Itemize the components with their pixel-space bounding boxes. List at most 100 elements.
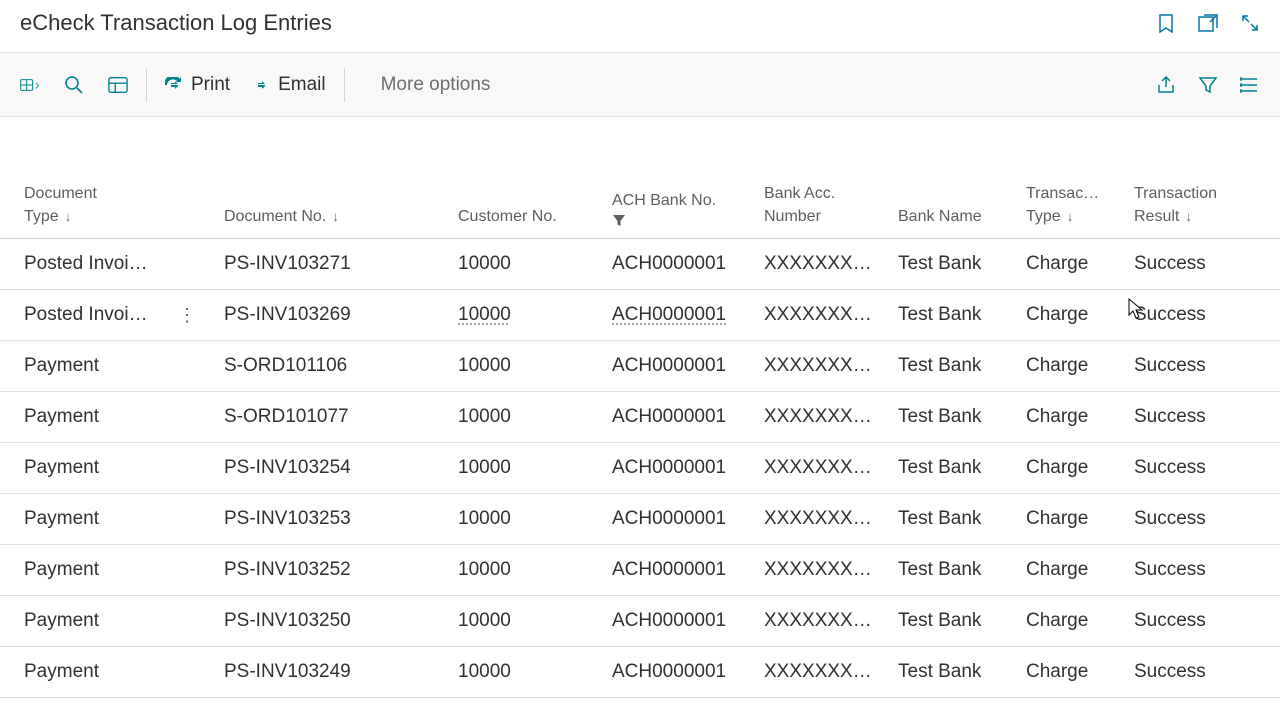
col-header-text: Type <box>24 206 59 228</box>
cell-bank-name: Test Bank <box>874 304 1002 326</box>
cell-document-no[interactable]: PS-INV103254 <box>200 457 434 479</box>
more-options-button[interactable]: More options <box>381 74 491 96</box>
expand-icon[interactable] <box>1240 13 1260 33</box>
list-layout-icon[interactable] <box>108 75 128 95</box>
cell-document-type: Payment <box>0 559 200 581</box>
cell-document-type: Payment <box>0 508 200 530</box>
cell-transaction-type: Charge <box>1002 559 1110 581</box>
cell-ach-bank-no[interactable]: ACH0000001 <box>588 559 740 581</box>
action-arrow-icon <box>165 77 183 93</box>
filter-icon[interactable] <box>1198 75 1218 95</box>
cell-bank-name: Test Bank <box>874 559 1002 581</box>
cell-customer-no[interactable]: 10000 <box>434 661 588 683</box>
page-title: eCheck Transaction Log Entries <box>20 10 332 36</box>
sort-desc-icon: ↓ <box>65 208 72 226</box>
cell-document-no[interactable]: PS-INV103271 <box>200 253 434 275</box>
cell-customer-no[interactable]: 10000 <box>434 457 588 479</box>
cell-customer-no[interactable]: 10000 <box>434 508 588 530</box>
detail-pane-icon[interactable] <box>1240 75 1260 95</box>
table-row[interactable]: PaymentPS-INV10325310000ACH0000001XXXXXX… <box>0 494 1280 545</box>
col-header-text: Transaction <box>1134 183 1280 205</box>
table-row[interactable]: PaymentPS-INV10325010000ACH0000001XXXXXX… <box>0 596 1280 647</box>
cell-document-type: Payment <box>0 406 200 428</box>
col-header-text: Customer No. <box>458 206 557 228</box>
action-arrow-icon <box>252 77 270 93</box>
col-header-customer-no[interactable]: Customer No. <box>434 206 588 228</box>
open-new-window-icon[interactable] <box>1198 13 1218 33</box>
view-mode-icon[interactable] <box>20 75 40 95</box>
cell-document-no[interactable]: S-ORD101106 <box>200 355 434 377</box>
cell-document-type: Payment <box>0 661 200 683</box>
bookmark-icon[interactable] <box>1156 13 1176 33</box>
cell-ach-bank-no[interactable]: ACH0000001 <box>588 253 740 275</box>
col-header-ach-bank-no[interactable]: ACH Bank No. <box>588 190 740 228</box>
cell-document-type: Payment <box>0 457 200 479</box>
cell-customer-no[interactable]: 10000 <box>434 304 588 326</box>
sort-desc-icon: ↓ <box>1185 208 1192 226</box>
col-header-bank-name[interactable]: Bank Name <box>874 206 1002 228</box>
cell-ach-bank-no[interactable]: ACH0000001 <box>588 610 740 632</box>
col-header-transaction-type[interactable]: Transac… Type ↓ <box>1002 183 1110 228</box>
table-row[interactable]: Posted Invoi…PS-INV10326910000ACH0000001… <box>0 290 1280 341</box>
col-header-document-no[interactable]: Document No. ↓ <box>200 206 434 228</box>
cell-transaction-result: Success <box>1110 508 1280 530</box>
table-row[interactable]: PaymentS-ORD10107710000ACH0000001XXXXXXX… <box>0 392 1280 443</box>
column-filter-icon[interactable] <box>612 214 626 228</box>
col-header-text: Type <box>1026 206 1061 228</box>
cell-bank-acc-number: XXXXXXXX… <box>740 355 874 377</box>
table-row[interactable]: Posted Invoi…PS-INV10327110000ACH0000001… <box>0 239 1280 290</box>
search-icon[interactable] <box>64 75 84 95</box>
cell-bank-acc-number: XXXXXXXX… <box>740 253 874 275</box>
col-header-transaction-result[interactable]: Transaction Result ↓ <box>1110 183 1280 228</box>
cell-transaction-result: Success <box>1110 406 1280 428</box>
cell-transaction-type: Charge <box>1002 253 1110 275</box>
cell-customer-no[interactable]: 10000 <box>434 559 588 581</box>
print-button[interactable]: Print <box>165 74 230 96</box>
cell-ach-bank-no[interactable]: ACH0000001 <box>588 406 740 428</box>
share-icon[interactable] <box>1156 75 1176 95</box>
table-row[interactable]: PaymentS-ORD10110610000ACH0000001XXXXXXX… <box>0 341 1280 392</box>
cell-transaction-type: Charge <box>1002 457 1110 479</box>
table-row[interactable]: PaymentPS-INV10325210000ACH0000001XXXXXX… <box>0 545 1280 596</box>
cell-transaction-result: Success <box>1110 457 1280 479</box>
col-header-text: Transac… <box>1026 183 1110 205</box>
cell-document-no[interactable]: S-ORD101077 <box>200 406 434 428</box>
cell-ach-bank-no[interactable]: ACH0000001 <box>588 661 740 683</box>
cell-ach-bank-no[interactable]: ACH0000001 <box>588 355 740 377</box>
toolbar-separator <box>146 68 147 102</box>
row-actions-icon[interactable]: ⋮ <box>178 306 196 324</box>
cell-document-no[interactable]: PS-INV103253 <box>200 508 434 530</box>
cell-bank-acc-number: XXXXXXXX… <box>740 406 874 428</box>
cell-ach-bank-no[interactable]: ACH0000001 <box>588 508 740 530</box>
col-header-text: Result <box>1134 206 1179 228</box>
cell-document-no[interactable]: PS-INV103250 <box>200 610 434 632</box>
cell-customer-no[interactable]: 10000 <box>434 610 588 632</box>
email-button[interactable]: Email <box>252 74 326 96</box>
cell-ach-bank-no[interactable]: ACH0000001 <box>588 304 740 326</box>
cell-transaction-type: Charge <box>1002 610 1110 632</box>
cell-bank-name: Test Bank <box>874 661 1002 683</box>
cell-transaction-result: Success <box>1110 661 1280 683</box>
cell-bank-name: Test Bank <box>874 457 1002 479</box>
cell-bank-name: Test Bank <box>874 253 1002 275</box>
col-header-bank-acc-number[interactable]: Bank Acc. Number <box>740 183 874 228</box>
cell-bank-acc-number: XXXXXXXX… <box>740 559 874 581</box>
sort-desc-icon: ↓ <box>332 208 339 226</box>
cell-document-no[interactable]: PS-INV103249 <box>200 661 434 683</box>
cell-customer-no[interactable]: 10000 <box>434 406 588 428</box>
cell-customer-no[interactable]: 10000 <box>434 355 588 377</box>
cell-bank-acc-number: XXXXXXXX… <box>740 457 874 479</box>
sort-desc-icon: ↓ <box>1067 208 1074 226</box>
cell-transaction-result: Success <box>1110 355 1280 377</box>
data-grid: Document Type ↓ Document No. ↓ Customer … <box>0 147 1280 698</box>
cell-customer-no[interactable]: 10000 <box>434 253 588 275</box>
cell-document-no[interactable]: PS-INV103269 <box>200 304 434 326</box>
email-label: Email <box>278 74 326 96</box>
table-row[interactable]: PaymentPS-INV10324910000ACH0000001XXXXXX… <box>0 647 1280 698</box>
col-header-document-type[interactable]: Document Type ↓ <box>0 183 200 228</box>
cell-ach-bank-no[interactable]: ACH0000001 <box>588 457 740 479</box>
cell-bank-acc-number: XXXXXXXX… <box>740 508 874 530</box>
cell-document-no[interactable]: PS-INV103252 <box>200 559 434 581</box>
table-row[interactable]: PaymentPS-INV10325410000ACH0000001XXXXXX… <box>0 443 1280 494</box>
grid-header-row: Document Type ↓ Document No. ↓ Customer … <box>0 147 1280 239</box>
